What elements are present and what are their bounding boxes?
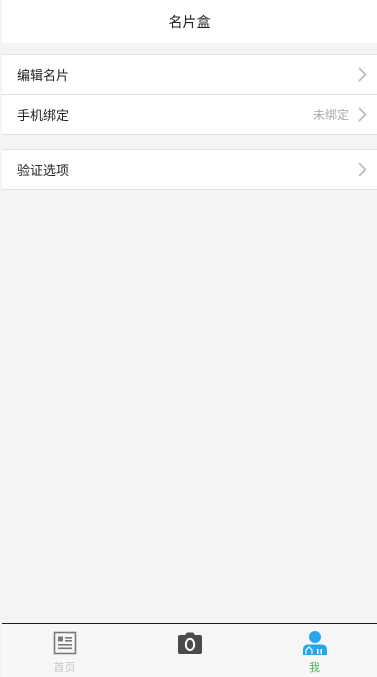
verification-options-row[interactable]: 验证选项 xyxy=(2,150,377,189)
camera-icon xyxy=(177,630,203,656)
edit-card-row[interactable]: 编辑名片 xyxy=(2,55,377,94)
header: 名片盒 xyxy=(2,0,377,43)
chevron-right-icon xyxy=(357,67,367,83)
bottom-tab-bar: 首页 我 xyxy=(2,623,377,677)
tab-me-label: 我 xyxy=(309,661,320,674)
page-title: 名片盒 xyxy=(168,14,211,31)
verification-options-label: 验证选项 xyxy=(17,164,70,179)
settings-group-verification: 验证选项 xyxy=(2,149,377,190)
phone-binding-row[interactable]: 手机绑定 未绑定 xyxy=(2,94,377,134)
phone-binding-status: 未绑定 xyxy=(312,108,349,122)
card-list-icon xyxy=(53,630,77,656)
settings-group-profile: 编辑名片 手机绑定 未绑定 xyxy=(2,54,377,135)
tab-camera[interactable] xyxy=(127,624,252,677)
person-icon xyxy=(302,630,328,656)
profile-screen: 名片盒 编辑名片 手机绑定 未绑定 验证选项 首页 我 xyxy=(2,0,377,677)
tab-home[interactable]: 首页 xyxy=(2,624,127,677)
tab-home-label: 首页 xyxy=(53,661,76,674)
chevron-right-icon xyxy=(357,162,367,178)
phone-binding-label: 手机绑定 xyxy=(17,109,70,124)
edit-card-label: 编辑名片 xyxy=(17,69,70,84)
tab-me[interactable]: 我 xyxy=(252,624,377,677)
chevron-right-icon xyxy=(357,107,367,123)
